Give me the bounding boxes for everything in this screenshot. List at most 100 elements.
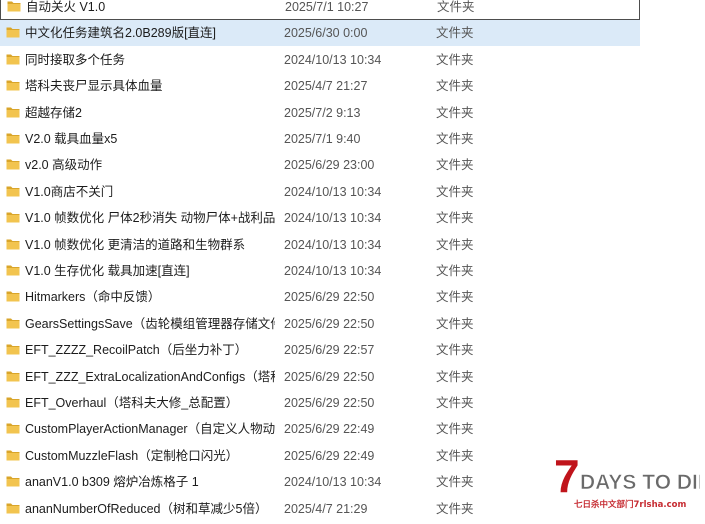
- file-type: 文件夹: [436, 158, 474, 173]
- file-name: EFT_Overhaul（塔科夫大修_总配置）: [25, 396, 239, 410]
- file-name: GearsSettingsSave（齿轮模组管理器存储文件...: [25, 316, 275, 331]
- folder-icon: [6, 80, 20, 91]
- file-row[interactable]: ananNumberOfReduced（树和草减少5倍） 2025/4/7 21:…: [0, 496, 640, 522]
- file-name: V1.0 帧数优化 更清洁的道路和生物群系: [25, 237, 246, 252]
- svg-text:DAYS TO DIE: DAYS TO DIE: [580, 471, 700, 494]
- folder-icon: [6, 133, 20, 144]
- folder-icon: [6, 212, 20, 223]
- file-type: 文件夹: [436, 237, 474, 252]
- folder-icon: [6, 27, 20, 38]
- file-type: 文件夹: [436, 448, 474, 463]
- file-date-modified: 2024/10/13 10:34: [284, 264, 382, 278]
- folder-icon: [6, 371, 20, 382]
- file-row[interactable]: CustomPlayerActionManager（自定义人物动... 2025/…: [0, 416, 640, 442]
- file-type: 文件夹: [436, 184, 474, 199]
- file-name: CustomMuzzleFlash（定制枪口闪光）: [25, 448, 239, 463]
- file-date-modified: 2025/6/29 22:50: [284, 396, 375, 410]
- file-name: ananV1.0 b309 熔炉冶炼格子 1: [25, 475, 199, 490]
- file-type: 文件夹: [436, 475, 474, 490]
- folder-icon: [6, 291, 20, 302]
- file-row[interactable]: ananV1.0 b309 熔炉冶炼格子 1 2024/10/13 10:34 文件…: [0, 469, 640, 495]
- file-type: 文件夹: [437, 0, 475, 14]
- file-type: 文件夹: [436, 343, 474, 358]
- file-row[interactable]: V1.0 帧数优化 更清洁的道路和生物群系 2024/10/13 10:34 文件夹: [0, 232, 640, 258]
- file-row[interactable]: V2.0 载具血量x5 2025/7/1 9:40 文件夹: [0, 126, 640, 152]
- file-date-modified: 2024/10/13 10:34: [284, 237, 382, 252]
- file-row[interactable]: EFT_ZZZ_ExtraLocalizationAndConfigs（塔科..…: [0, 364, 640, 390]
- file-type: 文件夹: [436, 211, 474, 226]
- file-type: 文件夹: [436, 26, 474, 41]
- file-date-modified: 2025/6/29 23:00: [284, 158, 375, 173]
- folder-icon: [6, 476, 20, 487]
- folder-icon: [6, 239, 20, 250]
- folder-icon: [6, 107, 20, 118]
- file-list: 自动关火 V1.0 2025/7/1 10:27 文件夹 中文化任务建筑名2.0B28…: [0, 0, 705, 524]
- file-type: 文件夹: [436, 316, 474, 331]
- file-type: 文件夹: [436, 264, 474, 278]
- file-date-modified: 2025/7/1 10:27: [285, 0, 369, 14]
- folder-icon: [6, 344, 20, 355]
- file-row[interactable]: V1.0商店不关门 2024/10/13 10:34 文件夹: [0, 179, 640, 205]
- file-type: 文件夹: [436, 396, 474, 410]
- file-date-modified: 2025/4/7 21:29: [284, 501, 368, 516]
- folder-icon: [6, 54, 20, 65]
- folder-icon: [6, 423, 20, 434]
- file-row[interactable]: 中文化任务建筑名2.0B289版[直连] 2025/6/30 0:00 文件夹: [0, 20, 640, 47]
- file-row[interactable]: 塔科夫丧尸显示具体血量 2025/4/7 21:27 文件夹: [0, 73, 640, 99]
- file-name: 塔科夫丧尸显示具体血量: [25, 79, 163, 94]
- file-name: ananNumberOfReduced（树和草减少5倍）: [25, 501, 268, 516]
- folder-icon: [6, 159, 20, 170]
- file-date-modified: 2024/10/13 10:34: [284, 475, 382, 490]
- file-date-modified: 2024/10/13 10:34: [284, 211, 382, 226]
- file-name: V1.0 帧数优化 尸体2秒消失 动物尸体+战利品3...: [25, 211, 275, 226]
- file-name: Hitmarkers（命中反馈）: [25, 290, 161, 305]
- folder-icon: [6, 503, 20, 514]
- file-date-modified: 2025/6/29 22:50: [284, 369, 375, 384]
- folder-icon: [6, 318, 20, 329]
- file-type: 文件夹: [436, 290, 474, 305]
- file-type: 文件夹: [436, 422, 474, 437]
- file-date-modified: 2025/6/29 22:57: [284, 343, 375, 358]
- folder-icon: [7, 1, 21, 12]
- file-name: V2.0 载具血量x5: [25, 132, 118, 146]
- file-name: 自动关火 V1.0: [26, 0, 106, 14]
- file-name: v2.0 高级动作: [25, 158, 103, 173]
- file-row[interactable]: 超越存储2 2025/7/2 9:13 文件夹: [0, 100, 640, 126]
- folder-icon: [6, 397, 20, 408]
- file-date-modified: 2025/7/1 9:40: [284, 132, 361, 146]
- file-date-modified: 2024/10/13 10:34: [284, 52, 382, 67]
- folder-icon: [6, 265, 20, 276]
- file-name: 超越存储2: [25, 105, 82, 120]
- file-type: 文件夹: [436, 52, 474, 67]
- file-row[interactable]: EFT_Overhaul（塔科夫大修_总配置） 2025/6/29 22:50 文件…: [0, 390, 640, 416]
- file-row[interactable]: Hitmarkers（命中反馈） 2025/6/29 22:50 文件夹: [0, 284, 640, 310]
- file-date-modified: 2025/7/2 9:13: [284, 105, 361, 120]
- file-name: CustomPlayerActionManager（自定义人物动...: [25, 422, 275, 437]
- file-name: 同时接取多个任务: [25, 52, 126, 67]
- file-type: 文件夹: [436, 369, 474, 384]
- file-date-modified: 2025/6/29 22:50: [284, 290, 375, 305]
- file-date-modified: 2025/4/7 21:27: [284, 79, 368, 94]
- file-type: 文件夹: [436, 79, 474, 94]
- file-type: 文件夹: [436, 501, 474, 516]
- file-date-modified: 2025/6/29 22:49: [284, 448, 375, 463]
- file-name: EFT_ZZZ_ExtraLocalizationAndConfigs（塔科..…: [25, 369, 275, 384]
- file-row[interactable]: V1.0 帧数优化 尸体2秒消失 动物尸体+战利品3... 2024/10/13 …: [0, 205, 640, 231]
- file-row[interactable]: GearsSettingsSave（齿轮模组管理器存储文件... 2025/6/2…: [0, 311, 640, 337]
- file-name: 中文化任务建筑名2.0B289版[直连]: [25, 26, 217, 41]
- file-row[interactable]: V1.0 生存优化 载具加速[直连] 2024/10/13 10:34 文件夹: [0, 258, 640, 284]
- file-type: 文件夹: [436, 132, 474, 146]
- folder-icon: [6, 450, 20, 461]
- file-row[interactable]: 同时接取多个任务 2024/10/13 10:34 文件夹: [0, 47, 640, 73]
- file-row[interactable]: 自动关火 V1.0 2025/7/1 10:27 文件夹: [0, 0, 640, 20]
- folder-icon: [6, 186, 20, 197]
- file-name: V1.0 生存优化 载具加速[直连]: [25, 264, 190, 278]
- game-logo-watermark: 7 DAYS TO DIE 七日杀中文部门7rlsha.com: [554, 452, 700, 510]
- svg-text:七日杀中文部门7rlsha.com: 七日杀中文部门7rlsha.com: [574, 499, 686, 510]
- file-row[interactable]: EFT_ZZZZ_RecoilPatch（后坐力补丁） 2025/6/29 22:…: [0, 337, 640, 363]
- file-date-modified: 2024/10/13 10:34: [284, 184, 382, 199]
- file-name: V1.0商店不关门: [25, 184, 114, 199]
- file-row[interactable]: CustomMuzzleFlash（定制枪口闪光） 2025/6/29 22:49…: [0, 443, 640, 469]
- file-row[interactable]: v2.0 高级动作 2025/6/29 23:00 文件夹: [0, 152, 640, 178]
- file-name: EFT_ZZZZ_RecoilPatch（后坐力补丁）: [25, 343, 248, 358]
